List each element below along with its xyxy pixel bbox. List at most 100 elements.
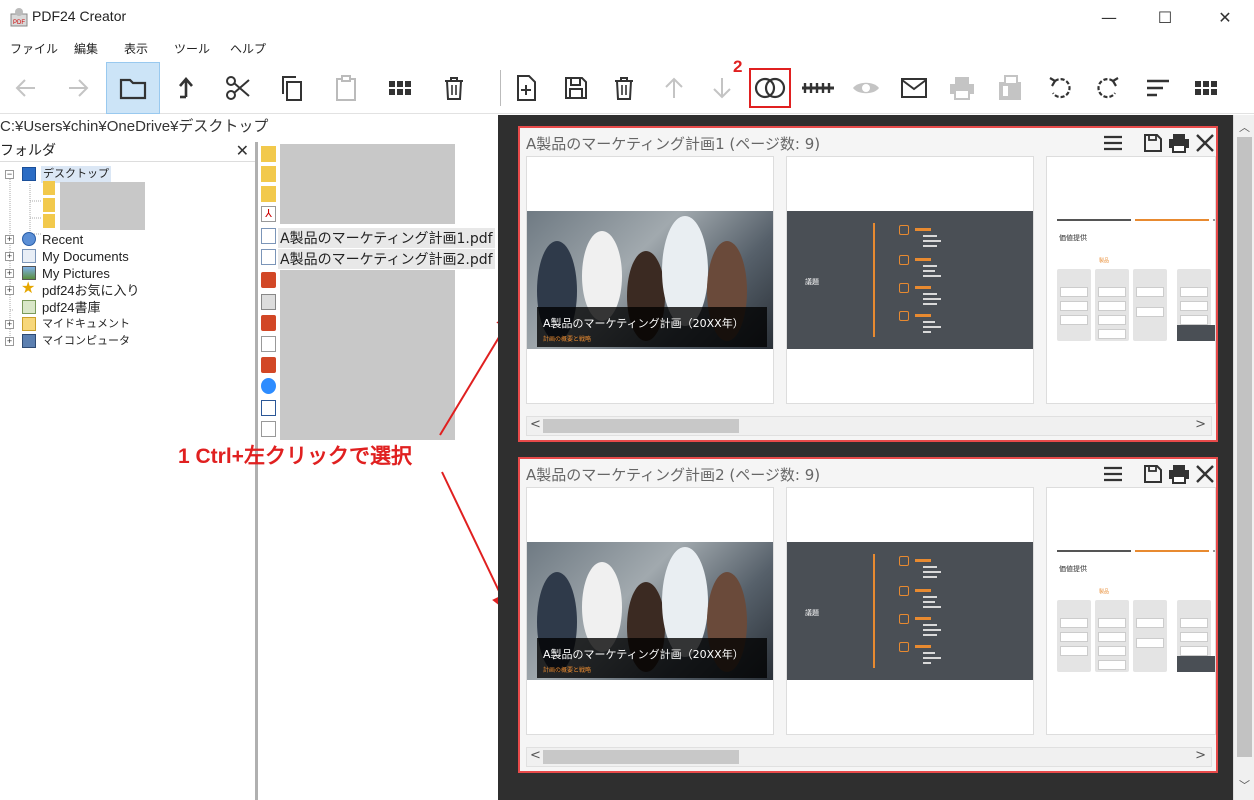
tree-label: My Pictures: [42, 266, 110, 281]
menu-icon[interactable]: [1100, 461, 1126, 487]
sort-button[interactable]: [1134, 62, 1182, 114]
pdf-file-icon[interactable]: ⅄: [261, 206, 276, 222]
new-document-button[interactable]: [502, 62, 550, 114]
workspace-vertical-scrollbar[interactable]: ︿ ﹀: [1233, 115, 1254, 800]
slide-cell: [1060, 618, 1088, 628]
document-card[interactable]: A製品のマーケティング計画1 (ページ数: 9) A製品のマーケティング計画（2…: [518, 126, 1218, 442]
folder-icon[interactable]: [43, 181, 55, 195]
folder-panel-title: フォルダ: [0, 143, 56, 159]
document-file-icon[interactable]: [261, 400, 276, 416]
save-button[interactable]: [552, 62, 600, 114]
email-button[interactable]: [890, 62, 938, 114]
merge-button[interactable]: [746, 62, 794, 114]
scrollbar-thumb[interactable]: [543, 419, 739, 433]
page-thumbnail[interactable]: 議題: [786, 487, 1034, 735]
tree-expander[interactable]: +: [5, 252, 14, 261]
menu-edit[interactable]: 編集: [74, 40, 98, 57]
tree-expander[interactable]: +: [5, 235, 14, 244]
page-grid-button[interactable]: [1182, 62, 1230, 114]
scroll-right-icon[interactable]: >: [1195, 417, 1206, 432]
folder-panel-close-button[interactable]: ✕: [236, 141, 249, 160]
powerpoint-file-icon[interactable]: [261, 272, 276, 288]
rotate-right-button[interactable]: [1084, 62, 1132, 114]
powerpoint-file-icon[interactable]: [261, 315, 276, 331]
pdf24-file-icon[interactable]: [261, 249, 276, 265]
folder-icon[interactable]: [261, 186, 276, 202]
file-item[interactable]: A製品のマーケティング計画1.pdf: [278, 228, 495, 248]
scroll-right-icon[interactable]: >: [1195, 748, 1206, 763]
page-thumbnail[interactable]: A製品のマーケティング計画（20XX年） 計画の概要と戦略: [526, 156, 774, 404]
tree-label: My Documents: [42, 249, 129, 264]
minimize-button[interactable]: —: [1086, 0, 1132, 34]
folder-icon[interactable]: [261, 146, 276, 162]
document-card[interactable]: A製品のマーケティング計画2 (ページ数: 9) A製品のマーケティング計画（2…: [518, 457, 1218, 773]
folder-icon[interactable]: [43, 214, 55, 228]
scroll-left-icon[interactable]: <: [530, 748, 541, 763]
slide-cell: [1136, 638, 1164, 648]
delete-page-button[interactable]: [600, 62, 648, 114]
fax-button[interactable]: [986, 62, 1034, 114]
slide-rule: [1213, 219, 1215, 221]
slide-rule: [1057, 550, 1131, 552]
page-thumbnail[interactable]: 議題: [786, 156, 1034, 404]
close-icon[interactable]: [1192, 461, 1218, 487]
split-button[interactable]: [794, 62, 842, 114]
close-button[interactable]: ✕: [1202, 0, 1248, 34]
path-field[interactable]: C:¥Users¥chin¥OneDrive¥デスクトップ: [0, 115, 498, 140]
slide-cell: [1136, 307, 1164, 317]
view-toggle-button[interactable]: [376, 62, 424, 114]
print-button[interactable]: [938, 62, 986, 114]
menu-tools[interactable]: ツール: [174, 40, 210, 57]
folder-icon[interactable]: [261, 166, 276, 182]
horizontal-scrollbar[interactable]: < >: [526, 416, 1212, 436]
save-icon[interactable]: [1140, 461, 1166, 487]
cut-button[interactable]: [214, 62, 262, 114]
parent-folder-button[interactable]: [162, 62, 210, 114]
menu-help[interactable]: ヘルプ: [230, 40, 266, 57]
rotate-left-button[interactable]: [1036, 62, 1084, 114]
move-up-button[interactable]: [650, 62, 698, 114]
back-button[interactable]: [2, 62, 50, 114]
text-file-icon[interactable]: [261, 336, 276, 352]
slide-cell: [1136, 618, 1164, 628]
maximize-button[interactable]: ☐: [1142, 0, 1188, 34]
page-thumbnail[interactable]: 価値提供 製品: [1046, 156, 1216, 404]
menu-bar: ファイル 編集 表示 ツール ヘルプ: [0, 38, 1254, 60]
tree-expander[interactable]: +: [5, 337, 14, 346]
copy-button[interactable]: [268, 62, 316, 114]
paste-button[interactable]: [322, 62, 370, 114]
pdf24-file-icon[interactable]: [261, 228, 276, 244]
scrollbar-thumb[interactable]: [1237, 137, 1252, 757]
menu-file[interactable]: ファイル: [10, 40, 58, 57]
scrollbar-thumb[interactable]: [543, 750, 739, 764]
tree-expander[interactable]: +: [5, 286, 14, 295]
zoom-app-icon[interactable]: [261, 378, 276, 394]
page-thumbnail[interactable]: A製品のマーケティング計画（20XX年） 計画の概要と戦略: [526, 487, 774, 735]
close-icon[interactable]: [1192, 130, 1218, 156]
page-thumbnail[interactable]: 価値提供 製品: [1046, 487, 1216, 735]
scroll-left-icon[interactable]: <: [530, 417, 541, 432]
menu-icon[interactable]: [1100, 130, 1126, 156]
powerpoint-file-icon[interactable]: [261, 357, 276, 373]
slide-cell: [1098, 618, 1126, 628]
folder-icon[interactable]: [43, 198, 55, 212]
scroll-down-icon[interactable]: ﹀: [1239, 777, 1250, 793]
slide-divider: [873, 223, 875, 337]
file-item[interactable]: A製品のマーケティング計画2.pdf: [278, 249, 495, 269]
printer-icon[interactable]: [1166, 130, 1192, 156]
app-file-icon[interactable]: [261, 294, 276, 310]
tree-expander[interactable]: −: [5, 170, 14, 179]
printer-icon[interactable]: [1166, 461, 1192, 487]
save-icon[interactable]: [1140, 130, 1166, 156]
tree-expander[interactable]: +: [5, 269, 14, 278]
text-file-icon[interactable]: [261, 421, 276, 437]
horizontal-scrollbar[interactable]: < >: [526, 747, 1212, 767]
scroll-up-icon[interactable]: ︿: [1239, 119, 1250, 135]
menu-view[interactable]: 表示: [124, 40, 148, 57]
tree-expander[interactable]: +: [5, 320, 14, 329]
forward-button[interactable]: [54, 62, 102, 114]
agenda-line: [923, 606, 941, 608]
preview-button[interactable]: [842, 62, 890, 114]
delete-file-button[interactable]: [430, 62, 478, 114]
open-folder-button[interactable]: [106, 62, 160, 114]
